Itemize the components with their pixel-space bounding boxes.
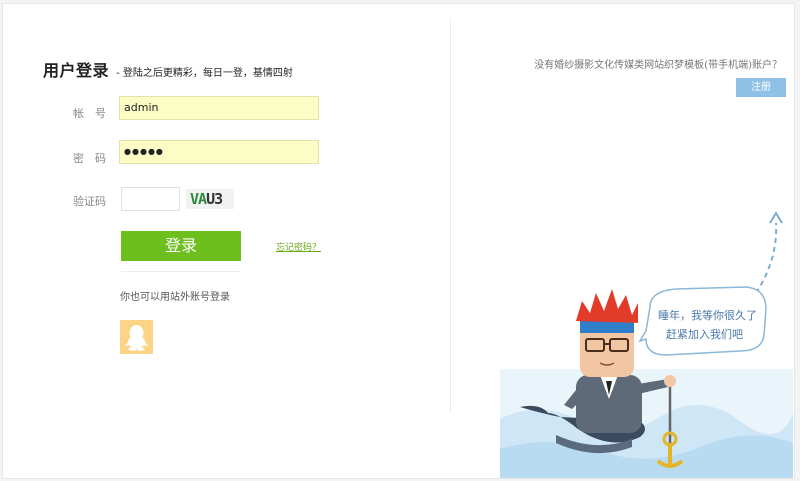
mascot-illustration: 睡年，我等你很久了 赶紧加入我们吧 — [500, 211, 793, 478]
captcha-text: VAU3 — [190, 190, 223, 208]
speech-text-2: 赶紧加入我们吧 — [666, 327, 743, 341]
qq-icon — [125, 325, 148, 351]
register-button[interactable]: 注册 — [736, 78, 786, 97]
username-input[interactable]: admin — [119, 96, 319, 120]
login-panel: 用户登录 - 登陆之后更精彩，每日一登，基情四射 帐 号 admin 密 码 ●… — [2, 3, 795, 479]
page-title: 用户登录 — [43, 61, 110, 80]
captcha-input[interactable] — [121, 187, 180, 211]
password-input[interactable]: ●●●●● — [119, 140, 319, 164]
login-header: 用户登录 - 登陆之后更精彩，每日一登，基情四射 — [43, 57, 293, 81]
captcha-label: 验证码 — [73, 195, 106, 208]
qq-login-button[interactable] — [120, 320, 153, 354]
password-label: 密 码 — [73, 152, 106, 165]
dashed-arrow-icon — [755, 222, 778, 294]
username-label: 帐 号 — [73, 107, 106, 120]
page-subtitle: - 登陆之后更精彩，每日一登，基情四射 — [116, 68, 293, 79]
speech-text-1: 睡年，我等你很久了 — [658, 308, 757, 322]
register-prompt: 没有婚纱摄影文化传媒类网站织梦模板(带手机端)账户？ — [534, 60, 782, 71]
login-button[interactable]: 登录 — [121, 231, 241, 261]
vertical-divider — [450, 18, 451, 413]
forgot-password-link[interactable]: 忘记密码？ — [276, 240, 321, 253]
captcha-image[interactable]: VAU3 — [186, 189, 234, 209]
third-party-login-label: 你也可以用站外账号登录 — [120, 292, 230, 303]
divider-line — [121, 271, 241, 272]
